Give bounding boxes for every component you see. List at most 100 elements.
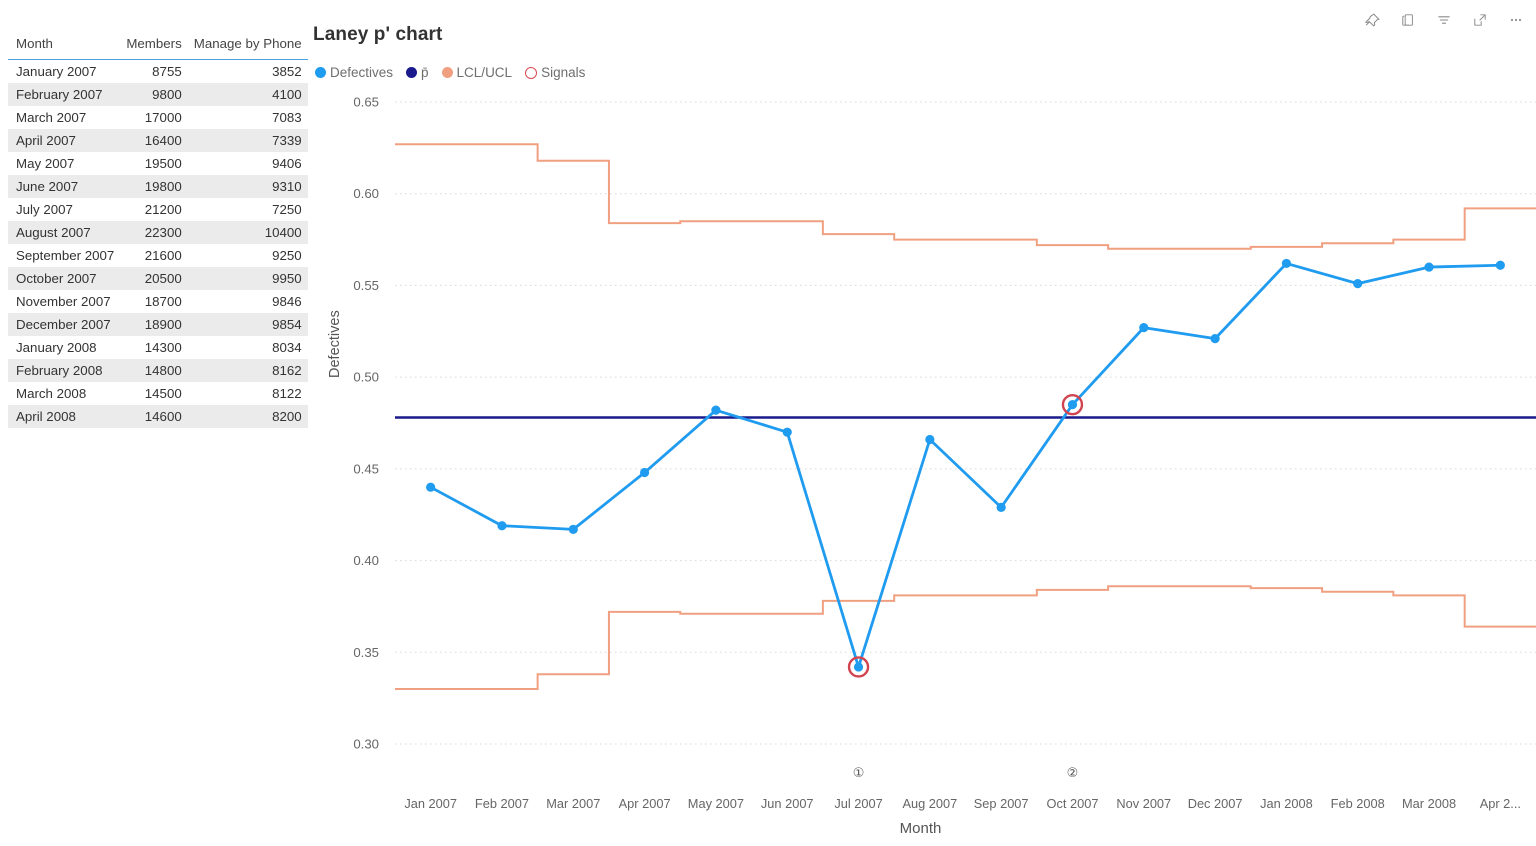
cell-manage-by-phone: 9846 <box>272 294 302 309</box>
x-axis-tick-label: Nov 2007 <box>1116 796 1171 811</box>
column-header-manage-by-phone[interactable]: Manage by Phone <box>187 30 308 60</box>
x-axis-tick-label: Jan 2008 <box>1260 796 1313 811</box>
data-point-marker[interactable] <box>1139 323 1149 333</box>
y-axis-tick-label: 0.60 <box>353 186 379 201</box>
cell-month: March 2008 <box>16 386 87 401</box>
y-axis-tick-label: 0.40 <box>353 553 379 568</box>
cell-manage-by-phone: 4100 <box>272 87 302 102</box>
table-row[interactable]: August 2007 22300 10400 <box>8 221 308 244</box>
data-point-marker[interactable] <box>1067 400 1078 410</box>
cell-manage-by-phone: 9854 <box>272 317 302 332</box>
data-point-marker[interactable] <box>568 524 578 534</box>
table-row[interactable]: May 2007 19500 9406 <box>8 152 308 175</box>
plot-area: 0.30 0.35 0.40 0.45 0.50 0.55 0.60 0.65 ① ② Jan 20… <box>305 0 1536 846</box>
cell-manage-by-phone: 8162 <box>272 363 302 378</box>
cell-month: May 2007 <box>16 156 75 171</box>
data-point-marker[interactable] <box>426 482 436 492</box>
table-row[interactable]: April 2007 16400 7339 <box>8 129 308 152</box>
powerbi-report-page: Month Members Manage by Phone January 20… <box>0 0 1536 846</box>
x-axis-tick-label: Mar 2008 <box>1402 796 1456 811</box>
cell-month: February 2008 <box>16 363 103 378</box>
data-point-marker[interactable] <box>497 521 507 531</box>
x-axis-tick-label: Feb 2007 <box>475 796 529 811</box>
x-axis-tick-label: Apr 2007 <box>619 796 671 811</box>
signal-number-label: ② <box>1067 765 1079 780</box>
cell-members: 14500 <box>144 386 182 401</box>
table-row[interactable]: January 2007 8755 3852 <box>8 59 308 83</box>
table-row[interactable]: November 2007 18700 9846 <box>8 290 308 313</box>
data-point-marker[interactable] <box>639 467 650 478</box>
cell-month: July 2007 <box>16 202 73 217</box>
data-point-marker[interactable] <box>711 405 721 415</box>
y-axis-tick-label: 0.50 <box>353 370 379 385</box>
data-point-marker[interactable] <box>925 434 935 445</box>
data-point-marker[interactable] <box>1353 278 1363 289</box>
data-point-marker[interactable] <box>1210 334 1220 344</box>
cell-manage-by-phone: 7250 <box>272 202 302 217</box>
cell-month: December 2007 <box>16 317 111 332</box>
members-table-visual: Month Members Manage by Phone January 20… <box>8 30 308 428</box>
table-row[interactable]: January 2008 14300 8034 <box>8 336 308 359</box>
defectives-line <box>429 262 1502 669</box>
data-point-marker[interactable] <box>782 427 792 437</box>
cell-members: 21600 <box>144 248 182 263</box>
signal-number-label: ① <box>853 765 865 780</box>
data-point-marker[interactable] <box>853 662 864 672</box>
lcl-step-line <box>395 585 1536 690</box>
y-axis-tick-label: 0.55 <box>353 278 379 293</box>
data-point-marker[interactable] <box>996 502 1006 512</box>
cell-manage-by-phone: 8200 <box>272 409 302 424</box>
table-row[interactable]: October 2007 20500 9950 <box>8 267 308 290</box>
cell-manage-by-phone: 9406 <box>272 156 302 171</box>
x-axis-tick-label: May 2007 <box>688 796 744 811</box>
cell-members: 18900 <box>144 317 182 332</box>
cell-manage-by-phone: 7083 <box>272 110 302 125</box>
x-axis-tick-label: Sep 2007 <box>974 796 1029 811</box>
data-point-marker[interactable] <box>1424 262 1434 272</box>
x-axis-tick-label: Jun 2007 <box>761 796 814 811</box>
column-header-members[interactable]: Members <box>120 30 188 60</box>
cell-month: September 2007 <box>16 248 115 263</box>
cell-manage-by-phone: 3852 <box>272 64 302 79</box>
cell-month: April 2008 <box>16 409 76 424</box>
table-row[interactable]: February 2007 9800 4100 <box>8 83 308 106</box>
members-table: Month Members Manage by Phone January 20… <box>8 30 308 428</box>
cell-month: November 2007 <box>16 294 111 309</box>
cell-members: 18700 <box>144 294 182 309</box>
column-header-month[interactable]: Month <box>8 30 121 60</box>
table-row[interactable]: June 2007 19800 9310 <box>8 175 308 198</box>
cell-month: February 2007 <box>16 87 103 102</box>
table-row[interactable]: April 2008 14600 8200 <box>8 405 308 428</box>
table-row[interactable]: March 2007 17000 7083 <box>8 106 308 129</box>
cell-manage-by-phone: 9950 <box>272 271 302 286</box>
cell-members: 22300 <box>144 225 182 240</box>
table-row[interactable]: March 2008 14500 8122 <box>8 382 308 405</box>
data-point-marker[interactable] <box>1281 258 1292 269</box>
cell-manage-by-phone: 8034 <box>272 340 302 355</box>
cell-members: 19500 <box>144 156 182 171</box>
cell-members: 9800 <box>152 87 182 102</box>
cell-month: April 2007 <box>16 133 76 148</box>
x-axis-tick-label: Aug 2007 <box>902 796 957 811</box>
cell-manage-by-phone: 7339 <box>272 133 302 148</box>
cell-month: October 2007 <box>16 271 97 286</box>
data-point-marker[interactable] <box>1495 260 1505 270</box>
cell-members: 14600 <box>144 409 182 424</box>
table-row[interactable]: September 2007 21600 9250 <box>8 244 308 267</box>
table-header-row: Month Members Manage by Phone <box>8 30 308 60</box>
x-axis-tick-label: Oct 2007 <box>1047 796 1099 811</box>
table-row[interactable]: February 2008 14800 8162 <box>8 359 308 382</box>
cell-month: March 2007 <box>16 110 87 125</box>
cell-manage-by-phone: 10400 <box>264 225 302 240</box>
ucl-step-line <box>395 143 1536 250</box>
cell-month: January 2008 <box>16 340 97 355</box>
cell-manage-by-phone: 9250 <box>272 248 302 263</box>
table-row[interactable]: July 2007 21200 7250 <box>8 198 308 221</box>
cell-members: 14800 <box>144 363 182 378</box>
cell-members: 20500 <box>144 271 182 286</box>
table-row[interactable]: December 2007 18900 9854 <box>8 313 308 336</box>
cell-members: 14300 <box>144 340 182 355</box>
cell-members: 16400 <box>144 133 182 148</box>
cell-members: 19800 <box>144 179 182 194</box>
y-axis-tick-label: 0.30 <box>353 737 379 752</box>
